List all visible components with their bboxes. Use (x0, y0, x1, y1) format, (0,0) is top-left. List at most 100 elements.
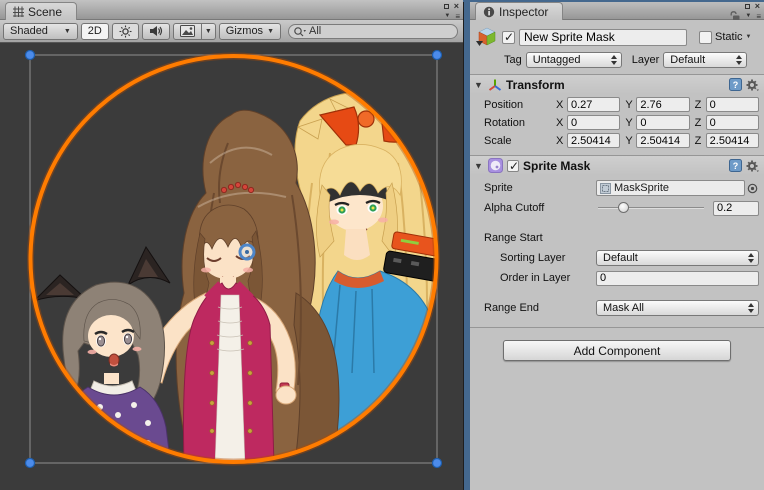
handle-top-left[interactable] (26, 51, 35, 60)
sprite-value: MaskSprite (614, 182, 669, 194)
foldout-icon[interactable]: ▼ (474, 80, 484, 90)
maximize-icon[interactable] (444, 4, 449, 9)
rotation-z-field[interactable] (706, 115, 759, 130)
handle-bottom-left[interactable] (26, 459, 35, 468)
image-icon (180, 25, 195, 37)
rotation-label: Rotation (474, 117, 556, 129)
sprite-mask-icon (488, 158, 503, 173)
sorting-layer-dropdown[interactable]: Default (596, 250, 759, 266)
alpha-cutoff-row: Alpha Cutoff (474, 199, 759, 217)
range-end-dropdown[interactable]: Mask All (596, 300, 759, 316)
scene-audio-button[interactable] (142, 23, 170, 40)
close-icon[interactable]: × (755, 2, 760, 11)
scale-row: Scale X Y Z (474, 132, 759, 149)
foldout-icon[interactable]: ▼ (474, 161, 484, 171)
scene-tabstrip: Scene × ▼ ≡ (0, 0, 463, 20)
gameobject-cube-icon[interactable] (476, 27, 498, 47)
static-dropdown-icon[interactable]: ▼ (746, 34, 752, 40)
component-enabled-checkbox[interactable] (507, 160, 519, 172)
axis-x-label: X (556, 117, 564, 129)
help-icon[interactable]: ? (729, 78, 742, 91)
scene-effects-button[interactable] (173, 23, 202, 40)
speaker-icon (149, 25, 163, 37)
position-y-field[interactable] (636, 97, 689, 112)
scene-search-field[interactable] (288, 24, 458, 39)
sprite-mask-header[interactable]: ▼ Sprite Mask ? (470, 156, 764, 175)
rotation-x-field[interactable] (567, 115, 620, 130)
2d-label: 2D (88, 25, 102, 37)
scene-effects-dropdown[interactable]: ▼ (202, 23, 216, 40)
sprite-mask-component: ▼ Sprite Mask ? Sprite MaskSprite (470, 155, 764, 327)
scale-x-field[interactable] (567, 133, 620, 148)
tab-scene[interactable]: Scene (5, 2, 77, 20)
rotation-y-field[interactable] (636, 115, 689, 130)
transform-icon (488, 78, 502, 92)
tab-inspector[interactable]: Inspector (475, 2, 563, 20)
close-icon[interactable]: × (454, 2, 459, 11)
static-label: Static (715, 31, 743, 43)
layer-dropdown[interactable]: Default (663, 52, 747, 68)
gear-icon[interactable] (746, 160, 759, 172)
active-checkbox[interactable] (502, 31, 515, 44)
handle-top-right[interactable] (433, 51, 442, 60)
handle-bottom-right[interactable] (433, 459, 442, 468)
rotation-row: Rotation X Y Z (474, 114, 759, 131)
gameobject-header: Static ▼ Tag Untagged Layer Default (470, 20, 764, 74)
chevron-down-icon: ▼ (205, 28, 212, 35)
shaded-dropdown[interactable]: Shaded ▼ (3, 23, 78, 40)
alpha-cutoff-field[interactable] (713, 201, 759, 216)
panel-divider[interactable] (463, 0, 470, 490)
axis-z-label: Z (695, 117, 703, 129)
axis-y-label: Y (625, 99, 633, 111)
search-icon (293, 26, 306, 37)
inspector-tabstrip: Inspector × ▼ ≡ (470, 0, 764, 20)
layer-value: Default (670, 54, 705, 66)
object-picker-button[interactable] (745, 183, 759, 194)
transform-header[interactable]: ▼ Transform ? (470, 75, 764, 94)
updown-icon (748, 253, 754, 263)
position-x-field[interactable] (567, 97, 620, 112)
scene-lighting-button[interactable] (112, 23, 139, 40)
position-row: Position X Y Z (474, 96, 759, 113)
inspector-panel: Inspector × ▼ ≡ (470, 0, 764, 490)
tag-label: Tag (504, 54, 522, 66)
axis-x-label: X (556, 135, 564, 147)
gameobject-name-field[interactable] (519, 29, 687, 46)
updown-icon (748, 303, 754, 313)
maximize-icon[interactable] (745, 4, 750, 9)
scene-viewport[interactable] (0, 43, 463, 490)
axis-x-label: X (556, 99, 564, 111)
2d-toggle-button[interactable]: 2D (81, 23, 109, 40)
gizmos-dropdown[interactable]: Gizmos ▼ (219, 23, 281, 40)
range-start-row: Range Start (474, 229, 759, 247)
help-icon[interactable]: ? (729, 159, 742, 172)
search-input[interactable] (309, 25, 451, 37)
scale-z-field[interactable] (706, 133, 759, 148)
order-in-layer-label: Order in Layer (474, 272, 596, 284)
scale-y-field[interactable] (636, 133, 689, 148)
order-in-layer-field[interactable] (596, 271, 759, 286)
sorting-layer-value: Default (603, 252, 638, 264)
position-z-field[interactable] (706, 97, 759, 112)
alpha-cutoff-slider[interactable] (596, 200, 706, 216)
slider-knob[interactable] (618, 202, 629, 213)
updown-icon (736, 55, 742, 65)
scene-window-controls: × ▼ ≡ (444, 1, 459, 21)
sprite-object-field[interactable]: MaskSprite (596, 180, 745, 196)
transform-component: ▼ Transform ? Position X Y Z Rotatio (470, 74, 764, 155)
scene-panel: Scene × ▼ ≡ Shaded ▼ 2D (0, 0, 463, 490)
gizmos-label: Gizmos (226, 25, 263, 37)
sprite-label: Sprite (474, 182, 596, 194)
sun-icon (119, 25, 132, 38)
static-checkbox[interactable] (699, 31, 712, 44)
add-component-button[interactable]: Add Component (503, 340, 731, 361)
scene-tab-label: Scene (28, 5, 62, 19)
tag-dropdown[interactable]: Untagged (526, 52, 622, 68)
axis-z-label: Z (695, 99, 703, 111)
updown-icon (611, 55, 617, 65)
transform-title: Transform (506, 78, 565, 92)
focus-border-top (463, 0, 764, 2)
shaded-label: Shaded (10, 25, 48, 37)
unity-editor: Scene × ▼ ≡ Shaded ▼ 2D (0, 0, 764, 490)
gear-icon[interactable] (746, 79, 759, 91)
